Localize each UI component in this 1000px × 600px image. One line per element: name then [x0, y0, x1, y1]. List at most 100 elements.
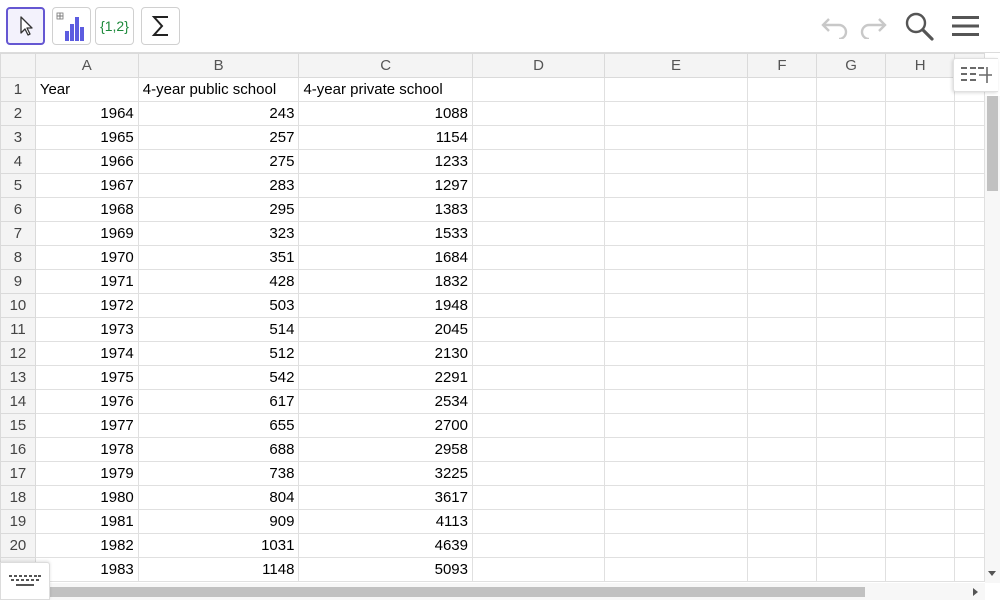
horizontal-scrollbar[interactable]: [36, 583, 985, 600]
cell[interactable]: 1966: [34, 149, 139, 174]
cell[interactable]: [746, 149, 817, 174]
cell[interactable]: 1233: [298, 149, 473, 174]
cell[interactable]: [746, 221, 817, 246]
cell[interactable]: 1533: [298, 221, 473, 246]
cell[interactable]: [954, 125, 985, 150]
undo-button[interactable]: [818, 10, 852, 42]
scroll-down-arrow-icon[interactable]: [987, 570, 997, 578]
cell[interactable]: [746, 101, 817, 126]
row-header[interactable]: 4: [0, 149, 36, 174]
cell[interactable]: [815, 221, 887, 246]
cell[interactable]: [604, 413, 748, 438]
cell[interactable]: [604, 461, 748, 486]
cell[interactable]: 1982: [34, 533, 139, 558]
cell[interactable]: [954, 365, 985, 390]
cell[interactable]: [885, 413, 956, 438]
cell[interactable]: 1981: [34, 509, 139, 534]
cell[interactable]: [815, 557, 887, 582]
cell[interactable]: 738: [137, 461, 300, 486]
cell[interactable]: [954, 221, 985, 246]
cell[interactable]: 283: [137, 173, 300, 198]
cell[interactable]: [954, 509, 985, 534]
vertical-scrollbar-thumb[interactable]: [987, 96, 998, 191]
cell[interactable]: [885, 269, 956, 294]
cell[interactable]: 503: [137, 293, 300, 318]
cell[interactable]: [471, 269, 606, 294]
cell[interactable]: 1154: [298, 125, 473, 150]
row-header[interactable]: 13: [0, 365, 36, 390]
row-header[interactable]: 1: [0, 77, 36, 102]
cell[interactable]: [885, 461, 956, 486]
cell[interactable]: [746, 485, 817, 510]
cell[interactable]: 655: [137, 413, 300, 438]
cell[interactable]: [954, 413, 985, 438]
cell[interactable]: [604, 557, 748, 582]
cell[interactable]: 542: [137, 365, 300, 390]
cell[interactable]: [815, 389, 887, 414]
redo-button[interactable]: [856, 10, 890, 42]
cell[interactable]: 295: [137, 197, 300, 222]
column-header-a[interactable]: A: [34, 53, 139, 78]
cell[interactable]: [604, 77, 748, 102]
cell[interactable]: [885, 245, 956, 270]
cell[interactable]: [471, 245, 606, 270]
cell[interactable]: [885, 221, 956, 246]
cell[interactable]: 1978: [34, 437, 139, 462]
cell[interactable]: [885, 77, 956, 102]
cell[interactable]: [885, 509, 956, 534]
column-header-b[interactable]: B: [137, 53, 300, 78]
cell[interactable]: [604, 221, 748, 246]
cell[interactable]: 1976: [34, 389, 139, 414]
cell[interactable]: 5093: [298, 557, 473, 582]
one-variable-analysis-tool-button[interactable]: [52, 7, 91, 45]
cell[interactable]: [954, 269, 985, 294]
cell[interactable]: [471, 413, 606, 438]
cell[interactable]: [471, 485, 606, 510]
cell[interactable]: [604, 533, 748, 558]
cell[interactable]: 4113: [298, 509, 473, 534]
cell[interactable]: [746, 533, 817, 558]
cell[interactable]: 275: [137, 149, 300, 174]
cell[interactable]: [604, 197, 748, 222]
column-header-g[interactable]: G: [815, 53, 887, 78]
cell[interactable]: [815, 485, 887, 510]
cell[interactable]: [815, 437, 887, 462]
row-header[interactable]: 10: [0, 293, 36, 318]
cell[interactable]: [815, 461, 887, 486]
cell[interactable]: 2130: [298, 341, 473, 366]
row-header[interactable]: 20: [0, 533, 36, 558]
cell[interactable]: 1970: [34, 245, 139, 270]
cell[interactable]: [471, 557, 606, 582]
create-list-tool-button[interactable]: {1,2}: [95, 7, 134, 45]
cell[interactable]: [885, 197, 956, 222]
cell[interactable]: [471, 389, 606, 414]
cell[interactable]: [746, 461, 817, 486]
row-header[interactable]: 9: [0, 269, 36, 294]
cell[interactable]: [815, 245, 887, 270]
cell[interactable]: [746, 293, 817, 318]
cell[interactable]: [746, 77, 817, 102]
cell[interactable]: 1967: [34, 173, 139, 198]
cell[interactable]: 4639: [298, 533, 473, 558]
cell[interactable]: [885, 101, 956, 126]
cell[interactable]: [885, 533, 956, 558]
cell[interactable]: [604, 125, 748, 150]
cell[interactable]: [885, 485, 956, 510]
cell[interactable]: 2534: [298, 389, 473, 414]
cell[interactable]: 2700: [298, 413, 473, 438]
sum-tool-button[interactable]: [141, 7, 180, 45]
row-header[interactable]: 17: [0, 461, 36, 486]
cell[interactable]: 617: [137, 389, 300, 414]
cell[interactable]: [815, 293, 887, 318]
search-button[interactable]: [902, 10, 936, 42]
row-header[interactable]: 12: [0, 341, 36, 366]
cell[interactable]: [604, 269, 748, 294]
row-header[interactable]: 2: [0, 101, 36, 126]
cell[interactable]: [471, 461, 606, 486]
cell[interactable]: 1971: [34, 269, 139, 294]
cell[interactable]: 243: [137, 101, 300, 126]
cell[interactable]: 909: [137, 509, 300, 534]
cell[interactable]: [471, 533, 606, 558]
vertical-scrollbar[interactable]: [985, 96, 1000, 583]
cell[interactable]: [885, 557, 956, 582]
